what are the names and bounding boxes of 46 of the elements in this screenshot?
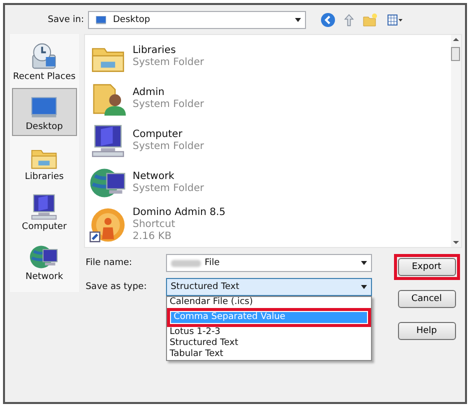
file-detail: System Folder (132, 99, 204, 111)
file-name-label: File name: (86, 257, 134, 270)
dropdown-option[interactable]: Tabular Text (166, 349, 371, 360)
dialog-button[interactable]: Help (398, 322, 456, 340)
shortcut-icon (88, 206, 127, 244)
file-detail: System Folder (132, 57, 204, 69)
place-label: Recent Places (13, 72, 76, 82)
save-as-type-dropdown[interactable]: Structured Text (166, 278, 372, 296)
file-name[interactable]: Network (132, 171, 204, 183)
file-name[interactable]: Libraries (132, 45, 204, 57)
place-label: Libraries (24, 172, 64, 182)
file-name-field[interactable]: File (166, 254, 372, 272)
dropdown-option[interactable]: Structured Text (166, 338, 371, 349)
save-as-type-label: Save as type: (86, 281, 148, 294)
place-label: Network (26, 272, 64, 282)
place-label: Computer (22, 222, 67, 232)
file-detail: Shortcut (132, 219, 176, 231)
scroll-thumb[interactable] (451, 47, 460, 61)
file-name[interactable]: Admin (132, 87, 204, 99)
back-icon[interactable] (320, 12, 336, 28)
scroll-down-arrow-icon[interactable] (452, 241, 459, 244)
file-name[interactable]: Domino Admin 8.5 (132, 207, 226, 219)
dropdown-option[interactable]: Lotus 1-2-3 (166, 327, 371, 338)
file-detail: 2.16 KB (132, 231, 172, 243)
computer-icon (29, 192, 60, 222)
up-arrow-icon[interactable] (342, 12, 356, 28)
place-label: Desktop (26, 122, 63, 132)
file-name[interactable]: Computer (132, 129, 204, 141)
place-item[interactable]: Network (12, 238, 77, 286)
file-detail: System Folder (132, 183, 204, 195)
save-in-label: Save in: (46, 15, 84, 25)
file-detail: System Folder (132, 141, 204, 153)
caret-icon (295, 18, 301, 22)
dialog-button[interactable]: Cancel (398, 290, 456, 308)
place-item[interactable]: Libraries (12, 138, 77, 186)
scrollbar[interactable] (450, 35, 461, 247)
place-item[interactable]: Recent Places (12, 38, 77, 86)
caret-icon (360, 285, 367, 289)
scroll-up-arrow-icon[interactable] (452, 38, 459, 41)
save-in-dropdown[interactable]: Desktop (88, 11, 306, 29)
place-item[interactable]: Desktop (12, 88, 77, 136)
dialog-button[interactable]: Export (398, 258, 456, 276)
desktop-icon (93, 14, 109, 26)
place-item[interactable]: Computer (12, 188, 77, 236)
caret-icon (360, 261, 367, 265)
dropdown-option[interactable]: Calendar File (.ics) (166, 297, 371, 308)
